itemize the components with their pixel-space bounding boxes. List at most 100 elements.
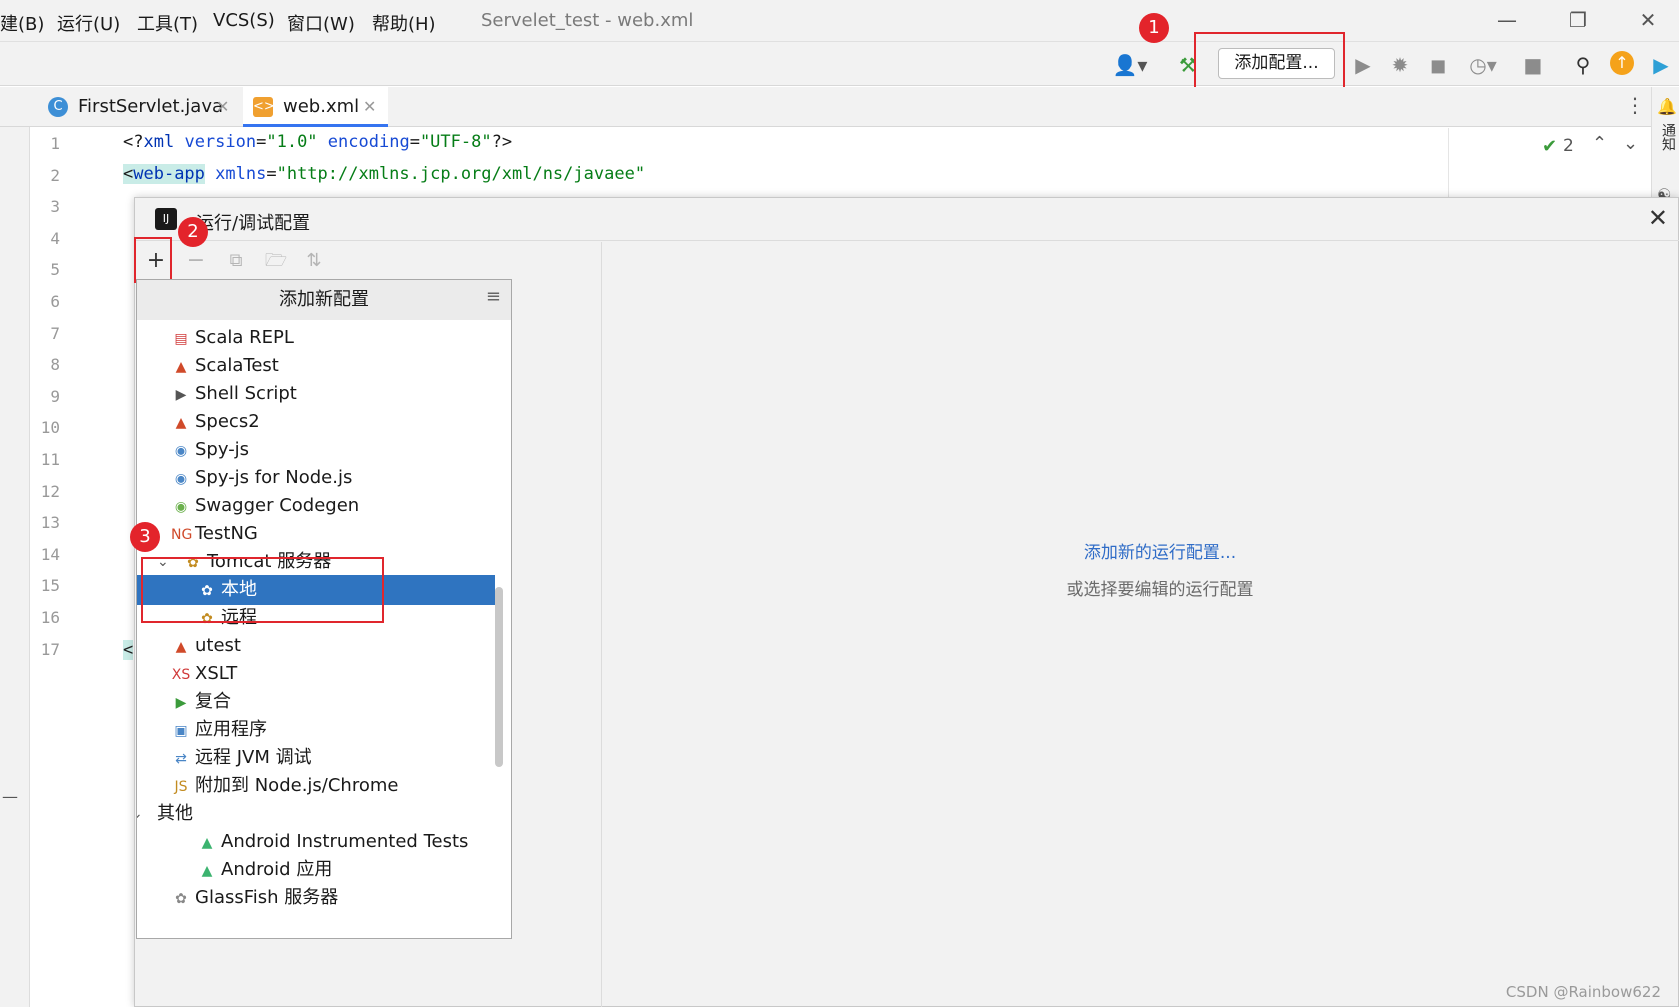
run-icon[interactable]: ▶ [1350,52,1376,78]
collapse-icon[interactable]: — [2,787,18,806]
step-badge-3: 3 [130,522,160,552]
swagger-icon: ◉ [174,499,188,515]
right-margin-guide [1448,128,1449,198]
config-type-item[interactable]: ◉ Spy-js for Node.js [137,463,495,493]
close-window-icon[interactable]: ✕ [1633,8,1663,32]
inspection-check-icon[interactable]: ✔ [1542,136,1557,157]
class-icon: C [48,97,68,117]
highlight-box-add [134,237,172,283]
specs2-icon: ▲ [175,415,187,431]
watermark: CSDN @Rainbow622 [1505,983,1661,1001]
chevron-down-icon[interactable]: ⌄ [137,799,143,829]
main-toolbar: 👤▾ ⚒ 添加配置... ▶ ✹ ◼ ◷▾ ■ ⚲ ↑ ▶ [0,42,1679,86]
pane-divider [601,242,602,1007]
config-type-item[interactable]: ⇄ 远程 JVM 调试 [137,743,495,773]
tab-web-xml[interactable]: <> web.xml ✕ [243,87,388,127]
add-new-run-config-link[interactable]: 添加新的运行配置... [1035,538,1285,563]
config-type-item[interactable]: ▲ Android 应用 [137,855,495,885]
new-folder-icon[interactable]: 🗁 [263,248,289,274]
config-type-item[interactable]: ▲ ScalaTest [137,351,495,381]
config-type-label: Specs2 [195,411,260,432]
shell-script-icon: ▶ [175,387,187,403]
user-icon[interactable]: 👤▾ [1110,52,1150,78]
popup-header: 添加新配置 [137,280,511,320]
config-type-item[interactable]: NG TestNG [137,519,495,549]
config-type-item[interactable]: XS XSLT [137,659,495,689]
android-icon: ▲ [201,863,213,879]
config-type-label: 其他 [157,803,193,824]
config-type-label: 应用程序 [195,719,267,740]
config-type-item[interactable]: ◉ Swagger Codegen [137,491,495,521]
menu-build[interactable]: 建(B) [0,10,44,36]
menu-tools[interactable]: 工具(T) [137,10,198,36]
search-icon[interactable]: ⚲ [1570,52,1596,78]
debug-icon[interactable]: ✹ [1387,52,1413,78]
line-number: 16 [40,608,60,627]
more-tabs-icon[interactable]: ⋮ [1625,93,1645,117]
copy-icon[interactable]: ⧉ [223,248,249,274]
update-icon[interactable]: ↑ [1610,51,1634,75]
xslt-icon: XS [171,667,191,683]
step-badge-2: 2 [178,217,208,247]
line-number: 10 [40,418,60,438]
remove-icon[interactable]: − [183,248,209,274]
testng-icon: NG [171,527,193,543]
line-number: 1 [50,134,60,153]
window-title: Servelet_test - web.xml [481,10,694,31]
tab-firstservlet[interactable]: C FirstServlet.java ✕ [38,87,238,127]
menu-window[interactable]: 窗口(W) [287,10,355,36]
empty-hint: 或选择要编辑的运行配置 [1066,580,1254,600]
notifications-label[interactable]: 通知 [1658,123,1678,151]
config-type-item[interactable]: ✿ GlassFish 服务器 [137,883,495,913]
config-type-item[interactable]: ▲ utest [137,631,495,661]
collapse-all-icon[interactable]: ≡ [486,286,501,307]
config-type-item[interactable]: ◉ Spy-js [137,435,495,465]
config-type-label: utest [195,635,241,656]
line-number: 3 [50,197,60,217]
step-badge-1: 1 [1139,13,1169,43]
config-type-label: Android Instrumented Tests [221,831,469,852]
sort-icon[interactable]: ⇅ [301,248,327,274]
android-icon: ▲ [201,835,213,851]
remote-jvm-icon: ⇄ [175,751,187,767]
notification-bell-icon[interactable]: 🔔 [1657,97,1677,116]
close-icon[interactable]: ✕ [1648,204,1668,232]
scala-repl-icon: ▤ [174,331,188,347]
config-type-item[interactable]: ⌄ 其他 [137,799,495,829]
config-type-label: Spy-js [195,439,250,460]
menu-help[interactable]: 帮助(H) [372,10,436,36]
spy-js-node-icon: ◉ [174,471,188,487]
config-type-item[interactable]: ▲ Specs2 [137,407,495,437]
chevron-up-icon[interactable]: ⌃ [1592,133,1607,154]
scrollbar-thumb[interactable] [495,587,503,767]
stop-icon[interactable]: ■ [1520,52,1546,78]
menu-run[interactable]: 运行(U) [57,10,120,36]
code-line-1[interactable]: <?xml version="1.0" encoding="UTF-8"?> [123,132,512,152]
config-type-label: XSLT [195,663,238,684]
config-type-item[interactable]: JS 附加到 Node.js/Chrome [137,771,495,801]
config-type-item[interactable]: ▤ Scala REPL [137,323,495,353]
line-number: 7 [50,323,60,343]
line-number: 14 [40,544,60,564]
chevron-down-icon[interactable]: ⌄ [1623,133,1638,154]
menu-bar: 建(B) 运行(U) 工具(T) VCS(S) 窗口(W) 帮助(H) Serv… [0,0,1679,42]
profile-icon[interactable]: ◷▾ [1462,52,1504,78]
config-type-item[interactable]: ▲ Android Instrumented Tests [137,827,495,857]
coverage-icon[interactable]: ◼ [1425,52,1451,78]
close-tab-icon[interactable]: ✕ [216,87,229,127]
line-number: 11 [40,450,60,469]
config-type-item[interactable]: ▣ 应用程序 [137,715,495,745]
minimize-icon[interactable]: — [1492,8,1522,32]
config-type-label: Spy-js for Node.js [195,467,353,488]
ide-logo-icon[interactable]: ▶ [1648,52,1674,78]
config-type-item[interactable]: ▶ 复合 [137,687,495,717]
code-line-17[interactable]: < [123,640,134,660]
config-type-label: GlassFish 服务器 [195,887,339,908]
menu-vcs[interactable]: VCS(S) [213,10,275,31]
restore-icon[interactable]: ❐ [1563,8,1593,32]
config-type-item[interactable]: ▶ Shell Script [137,379,495,409]
spy-js-icon: ◉ [174,443,188,459]
code-line-2[interactable]: <web-app xmlns="http://xmlns.jcp.org/xml… [123,164,645,184]
close-tab-icon[interactable]: ✕ [363,87,376,127]
line-number: 15 [40,576,60,596]
